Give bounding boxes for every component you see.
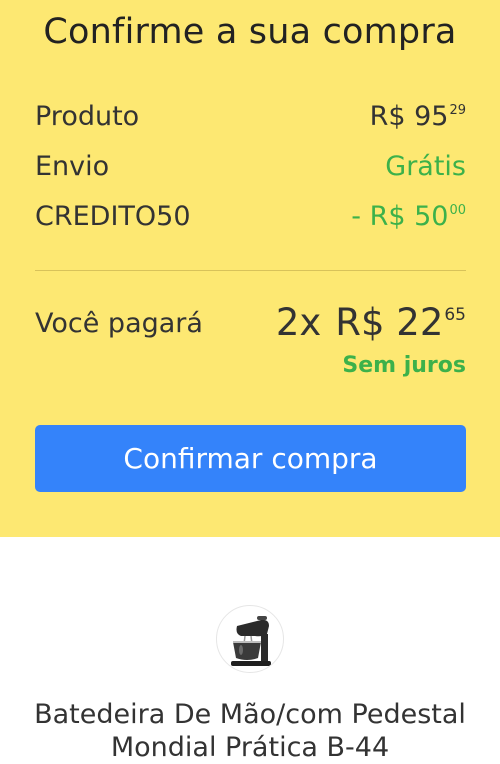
product-price-main: R$ 95 (369, 101, 449, 132)
coupon-discount-cents: 00 (449, 203, 466, 218)
page-title: Confirme a sua compra (43, 12, 457, 52)
coupon-label: CREDITO50 (35, 201, 191, 232)
coupon-discount: - R$ 5000 (351, 201, 466, 232)
shipping-label: Envio (35, 151, 110, 182)
confirm-purchase-button[interactable]: Confirmar compra (35, 425, 466, 492)
product-thumbnail (216, 605, 284, 673)
summary-row-product: Produto R$ 9529 (35, 101, 466, 141)
product-price-cents: 29 (449, 103, 466, 118)
product-name: Batedeira De Mão/com Pedestal Mondial Pr… (34, 699, 466, 763)
product-label: Produto (35, 101, 140, 132)
summary-divider (35, 270, 466, 271)
payment-installments: 2x (275, 301, 322, 344)
stand-mixer-icon (231, 616, 271, 666)
interest-free-note: Sem juros (342, 353, 466, 378)
coupon-discount-main: - R$ 50 (351, 201, 449, 232)
payment-label: Você pagará (35, 308, 203, 339)
summary-row-shipping: Envio Grátis (35, 151, 466, 191)
payment-amount-main: R$ 22 (335, 301, 444, 344)
product-price: R$ 9529 (370, 101, 466, 132)
payment-amount-cents: 65 (444, 305, 466, 325)
summary-row-coupon: CREDITO50 - R$ 5000 (35, 201, 466, 241)
payment-amount: 2x R$ 2265 (276, 301, 466, 344)
shipping-value: Grátis (385, 151, 466, 182)
purchase-summary: Confirme a sua compra Produto R$ 9529 En… (0, 0, 500, 537)
